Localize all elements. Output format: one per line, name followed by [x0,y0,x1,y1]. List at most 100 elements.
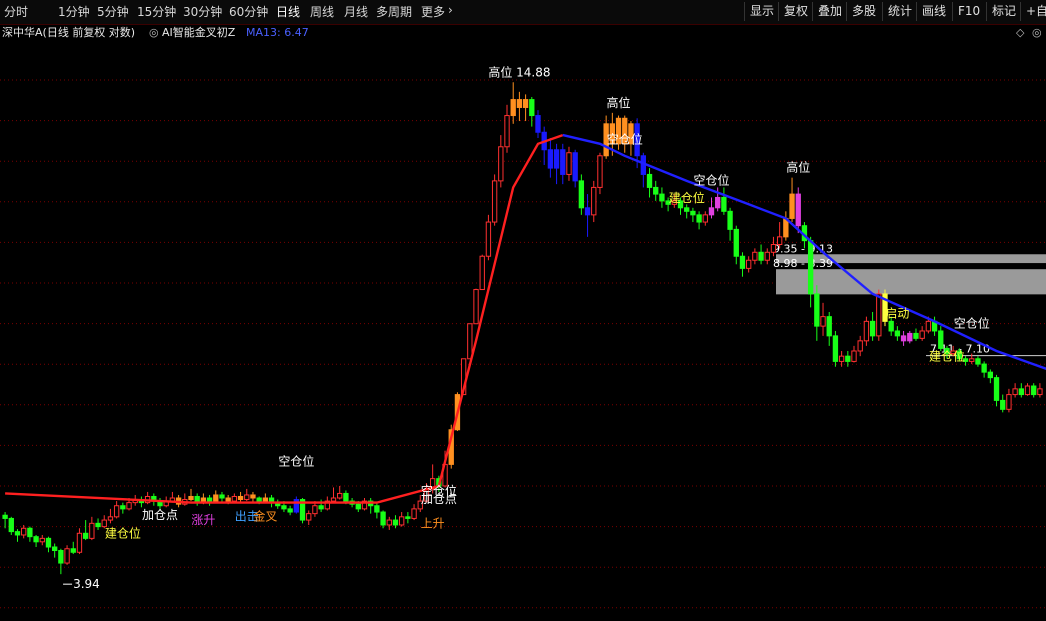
candle-body [566,152,572,175]
candle-body [591,186,597,216]
candle-body [76,532,83,553]
candle-body [987,371,993,379]
candle-body [938,330,944,349]
candle-body [386,519,392,526]
candle-body [467,323,473,360]
candle-body [2,514,8,519]
candle-body [39,537,45,543]
candle-body [27,527,33,538]
candlestick-chart[interactable]: 9.35 - 9.138.98 - 8.397.11 - 7.10 高位 14.… [0,0,1046,621]
candle-body [578,180,585,209]
signal-label: 加仓点 [142,508,178,522]
candle-body [1018,388,1024,396]
candle-body [281,505,287,510]
candle-body [838,355,845,362]
candle-body [355,503,361,510]
candle-body [746,259,752,269]
candle-body [306,513,312,521]
candle-body [14,531,21,536]
candle-body [715,196,721,209]
candle-body [758,251,764,261]
candle-body [919,330,925,339]
candle-body [522,99,529,108]
candle-body [826,316,832,337]
zone-label: 8.98 - 8.39 [773,257,833,270]
candle-body [981,363,987,373]
candle-body [219,494,225,499]
candle-body [126,502,132,510]
candle-body [888,320,894,332]
candle-body [1000,399,1006,410]
signal-label: 建仓位 [669,190,705,205]
candle-body [498,146,504,182]
candle-body [876,293,882,337]
candle-body [653,186,659,195]
candle-body [807,240,814,295]
candle-body [1006,394,1012,410]
candle-body [380,511,386,526]
candle-body [33,536,39,543]
signal-label: 上升 [421,516,445,530]
candle-body [237,495,244,501]
candle-body [510,99,516,117]
signal-label: 空仓位 [954,315,990,330]
candle-body [479,255,485,291]
candle-body [969,358,975,362]
grid-lines [0,79,1046,609]
candle-body [776,236,783,245]
candle-body [690,210,696,216]
candle-body [597,155,603,188]
candle-body [107,516,114,521]
candle-body [504,115,510,148]
candle-body [770,243,777,253]
signal-label: 高位 14.88 [488,64,550,79]
candle-body [330,497,337,502]
candle-body [250,494,256,499]
candle-body [721,196,727,212]
candle-body [82,532,89,539]
candle-body [851,350,857,362]
signal-label: 涨升 [191,512,215,527]
candle-body [1024,385,1031,396]
candle-body [572,152,578,182]
signal-label: 金叉 [253,509,277,524]
candle-body [907,332,913,342]
candle-body [789,193,795,219]
candle-body [516,99,523,108]
candle-body [262,497,269,502]
signal-label: 建仓位 [929,349,965,364]
candle-body [696,214,702,223]
signal-annotations: 高位 14.88高位高位空仓位空仓位空仓位空仓位空仓位建仓位建仓位建仓位启动加仓… [63,64,990,591]
candle-body [702,214,708,223]
ma13-rising-segment [5,133,564,504]
candle-body [89,522,95,539]
candle-body [244,494,250,501]
candle-body [113,505,120,518]
candle-body [739,255,746,269]
candle-body [900,335,907,342]
candle-body [894,330,901,337]
candle-body [343,492,349,502]
candle-body [225,497,231,502]
signal-label: 加仓点 [421,492,457,506]
signal-label: 启动 [885,307,909,321]
candle-body [206,497,213,502]
candle-body [684,207,690,212]
candle-body [659,193,665,202]
candle-body [52,546,58,552]
candle-body [287,508,293,513]
candle-body [188,495,194,501]
signal-label: 空仓位 [278,453,314,468]
candle-body [70,548,76,553]
signal-label: 建仓位 [105,526,141,541]
candle-body [975,358,981,365]
candle-body [869,320,876,337]
candle-body [832,335,839,362]
candle-body [535,115,541,133]
candle-body [64,548,70,564]
candle-body [646,173,653,188]
candle-body [1031,385,1037,396]
candle-body [45,537,52,548]
candle-body [485,221,492,257]
candle-body [529,99,535,117]
